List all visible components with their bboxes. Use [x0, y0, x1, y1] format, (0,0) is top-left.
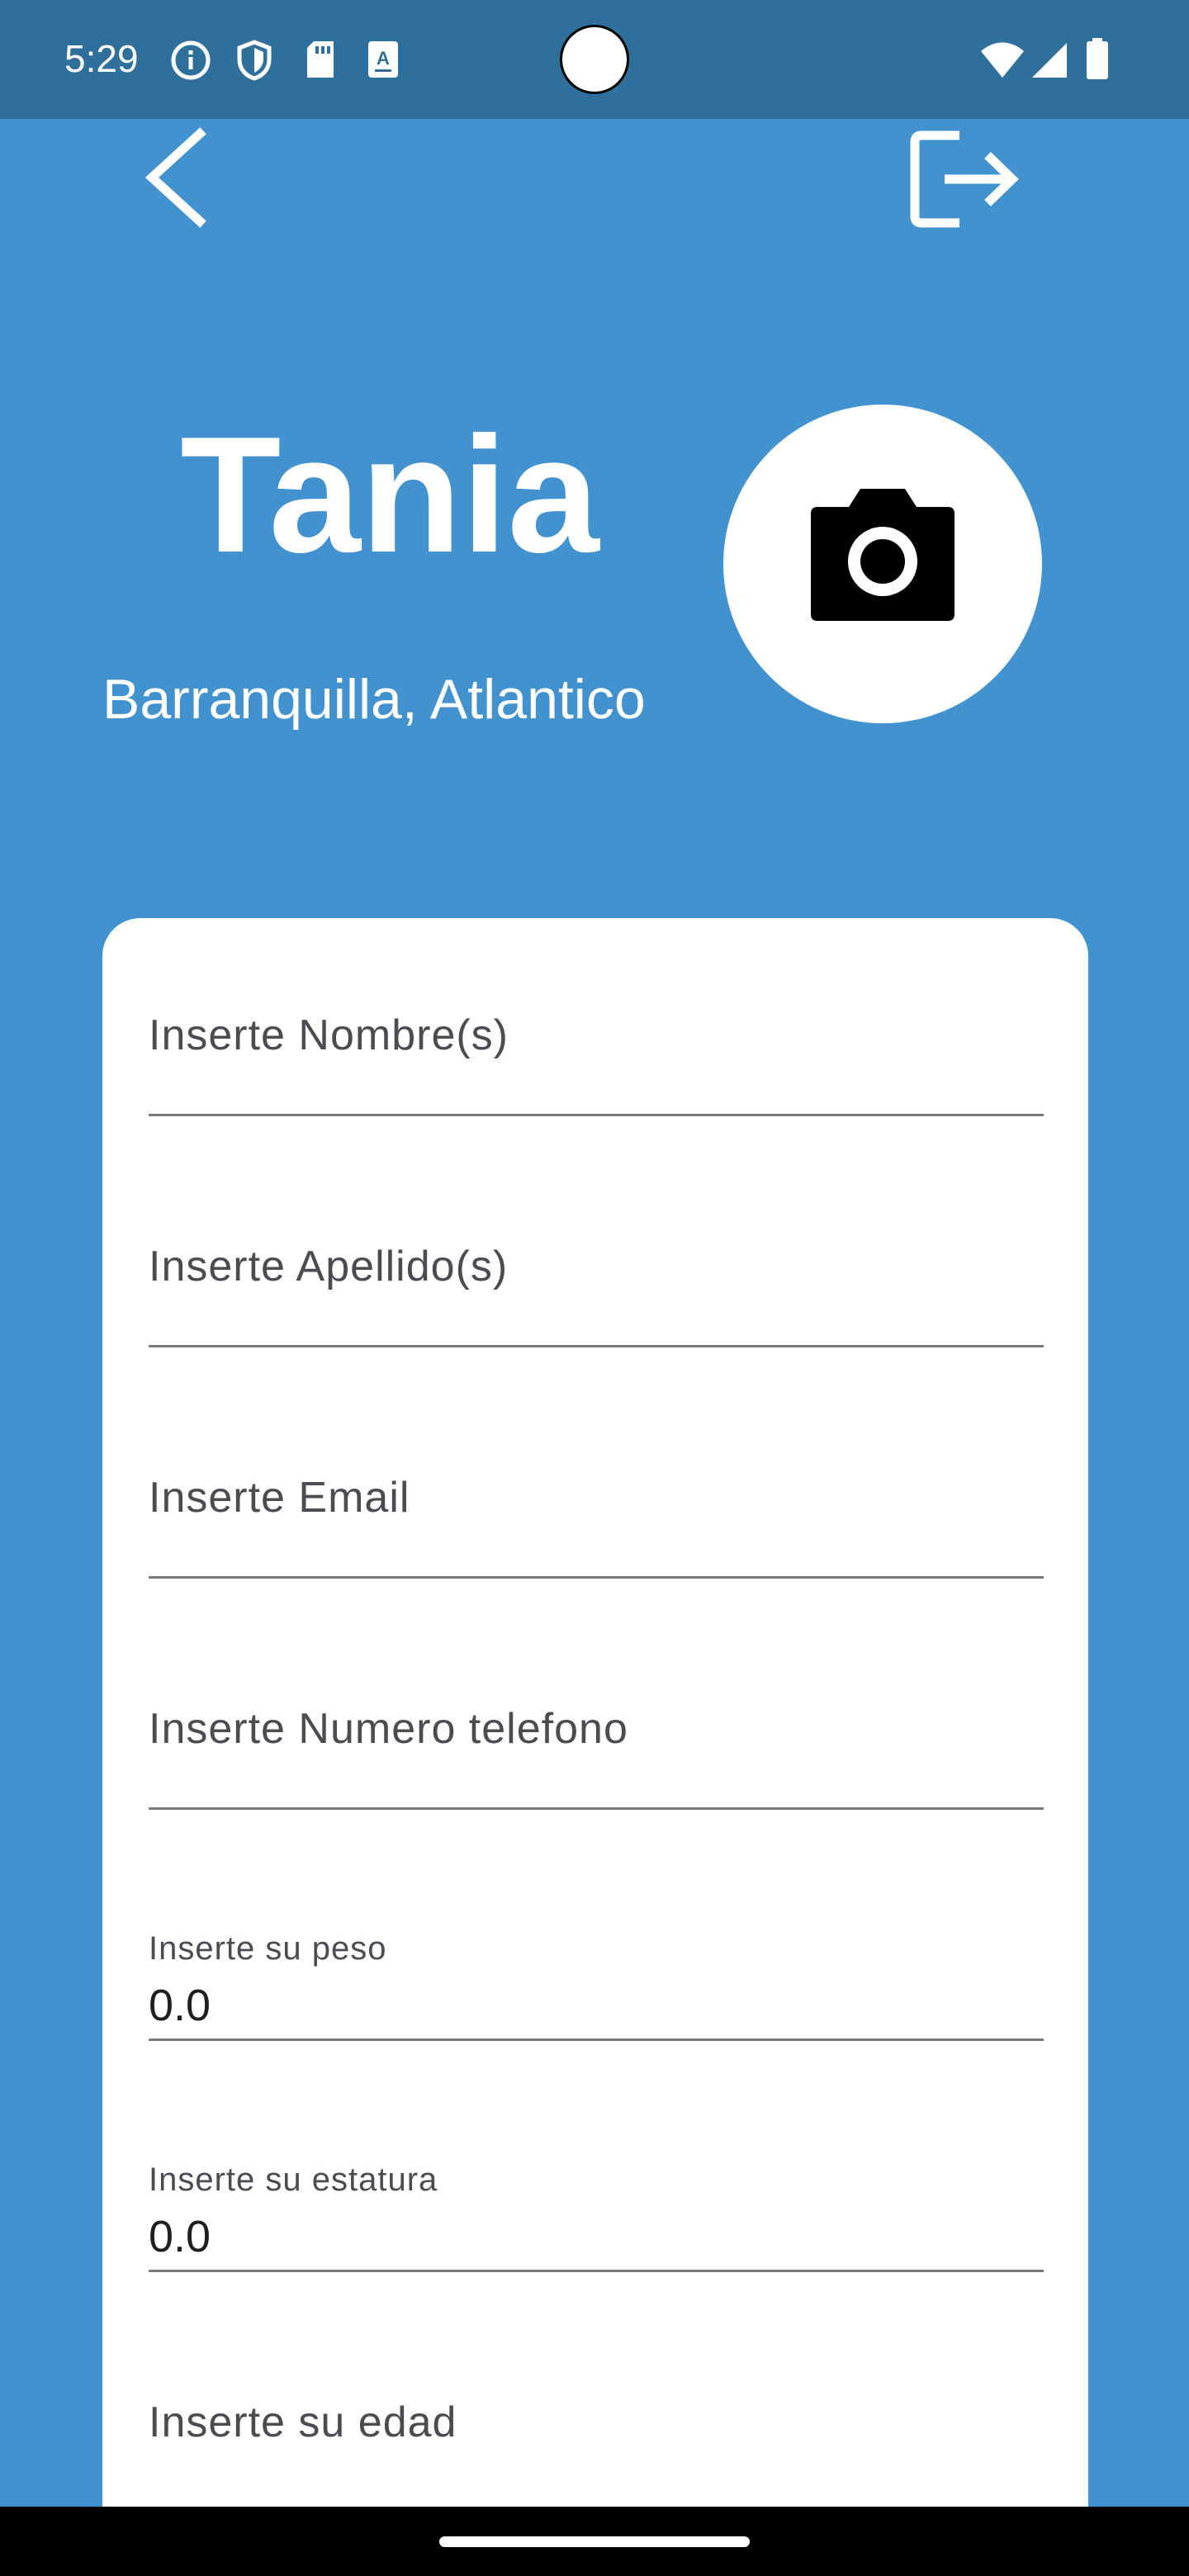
system-nav-bar	[0, 2507, 1189, 2576]
field-underline	[149, 1576, 1044, 1579]
first-name-field[interactable]: Inserte Nombre(s)	[149, 918, 1044, 1116]
svg-text:A: A	[377, 48, 390, 69]
avatar-photo-button[interactable]	[723, 405, 1042, 723]
chevron-left-icon	[144, 127, 206, 228]
field-underline	[149, 1807, 1044, 1810]
field-underline	[149, 1114, 1044, 1116]
profile-name: Tania	[180, 403, 599, 587]
back-button[interactable]	[139, 124, 213, 231]
first-name-placeholder: Inserte Nombre(s)	[149, 1011, 509, 1059]
weight-field[interactable]: Inserte su peso 0.0	[149, 1843, 1044, 2041]
height-value: 0.0	[149, 2212, 211, 2261]
field-underline	[149, 2039, 1044, 2041]
last-name-field[interactable]: Inserte Apellido(s)	[149, 1149, 1044, 1347]
last-name-placeholder: Inserte Apellido(s)	[149, 1243, 509, 1290]
phone-placeholder: Inserte Numero telefono	[149, 1705, 628, 1753]
field-underline	[149, 1345, 1044, 1347]
profile-location: Barranquilla, Atlantico	[102, 668, 646, 731]
home-gesture-handle[interactable]	[439, 2536, 750, 2547]
front-camera-cutout	[560, 25, 629, 94]
weight-label: Inserte su peso	[149, 1930, 387, 1967]
phone-field[interactable]: Inserte Numero telefono	[149, 1612, 1044, 1810]
info-icon	[170, 40, 211, 85]
height-label: Inserte su estatura	[149, 2162, 438, 2198]
email-placeholder: Inserte Email	[149, 1474, 410, 1522]
age-field[interactable]: Inserte su edad	[149, 2305, 1044, 2503]
email-field[interactable]: Inserte Email	[149, 1380, 1044, 1579]
height-field[interactable]: Inserte su estatura 0.0	[149, 2074, 1044, 2272]
status-time: 5:29	[64, 37, 139, 80]
logout-button[interactable]	[908, 130, 1024, 228]
profile-form-card: Inserte Nombre(s) Inserte Apellido(s) In…	[102, 918, 1088, 2536]
field-underline	[149, 2270, 1044, 2272]
age-placeholder: Inserte su edad	[149, 2398, 457, 2446]
camera-icon	[811, 489, 955, 621]
status-bar: 5:29 A	[0, 0, 1189, 119]
a-badge-icon: A	[367, 40, 400, 83]
wifi-icon	[979, 41, 1026, 83]
weight-value: 0.0	[149, 1981, 211, 2030]
battery-icon	[1085, 38, 1110, 83]
shield-icon	[236, 40, 272, 85]
signal-icon	[1030, 41, 1068, 83]
logout-icon	[910, 130, 1019, 228]
sd-card-icon	[304, 40, 337, 83]
